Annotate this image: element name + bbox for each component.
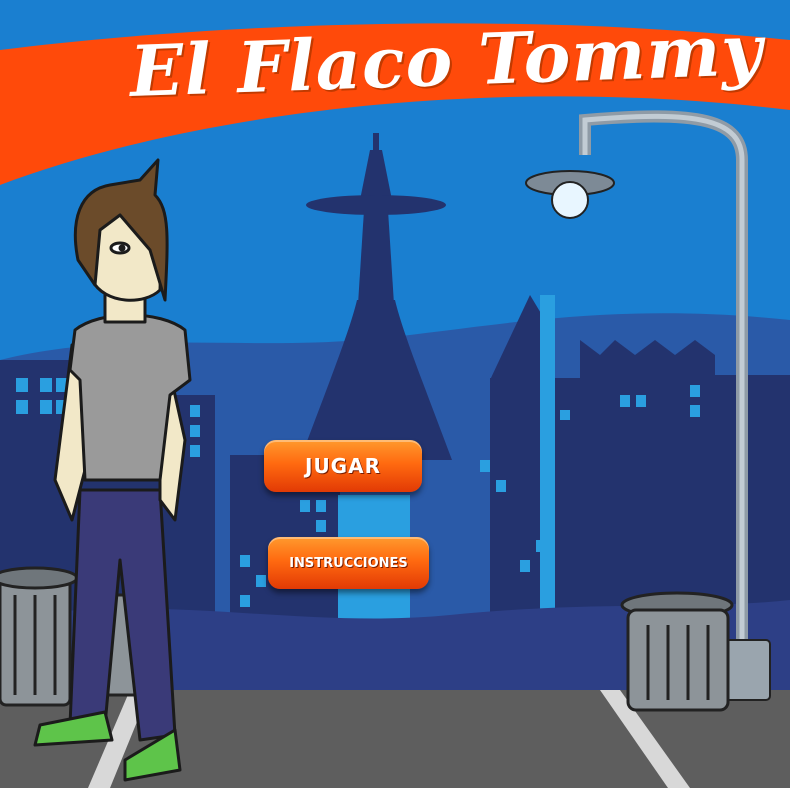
game-screen: El Flaco Tommy JUGAR INSTRUCCIONES <box>0 0 790 788</box>
trash-can-right <box>620 591 734 712</box>
instructions-button[interactable]: INSTRUCCIONES <box>268 537 429 589</box>
play-button[interactable]: JUGAR <box>264 440 422 492</box>
city-background <box>0 0 790 788</box>
